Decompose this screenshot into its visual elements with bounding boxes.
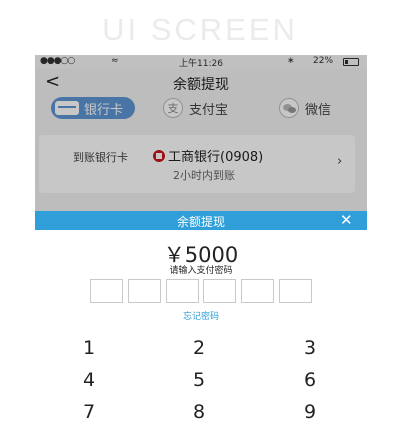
password-slot[interactable] xyxy=(203,279,237,303)
number-keypad: 1 2 3 4 5 6 7 8 9 xyxy=(35,337,367,432)
sheet-title: 余额提现 xyxy=(176,215,225,229)
key-3[interactable]: 3 xyxy=(280,337,340,359)
password-slot[interactable] xyxy=(241,279,275,303)
banner-title: UI SCREEN xyxy=(102,12,298,47)
sheet-header: 余额提现 ✕ xyxy=(35,211,367,230)
key-1[interactable]: 1 xyxy=(59,337,119,359)
key-2[interactable]: 2 xyxy=(169,337,229,359)
password-slot[interactable] xyxy=(127,279,161,303)
close-icon[interactable]: ✕ xyxy=(340,211,353,229)
key-4[interactable]: 4 xyxy=(59,369,119,391)
password-slot[interactable] xyxy=(90,279,123,303)
key-5[interactable]: 5 xyxy=(169,369,229,391)
password-input[interactable] xyxy=(90,279,312,303)
phone-screen: ●●●○○ ≈ 上午11:26 ∗ 22% < 余额提现 银行卡 支 支付宝 微… xyxy=(35,55,367,432)
banner: UI SCREEN xyxy=(0,0,400,55)
key-9[interactable]: 9 xyxy=(280,401,340,423)
key-7[interactable]: 7 xyxy=(59,401,119,423)
key-6[interactable]: 6 xyxy=(280,369,340,391)
password-slot[interactable] xyxy=(165,279,199,303)
key-8[interactable]: 8 xyxy=(169,401,229,423)
password-hint: 请输入支付密码 xyxy=(169,266,233,276)
forgot-password-link[interactable]: 忘记密码 xyxy=(35,309,367,322)
withdraw-sheet: 余额提现 ✕ ￥5000 请输入支付密码 忘记密码 1 2 3 4 5 6 7 … xyxy=(35,211,367,432)
password-slot[interactable] xyxy=(278,279,312,303)
